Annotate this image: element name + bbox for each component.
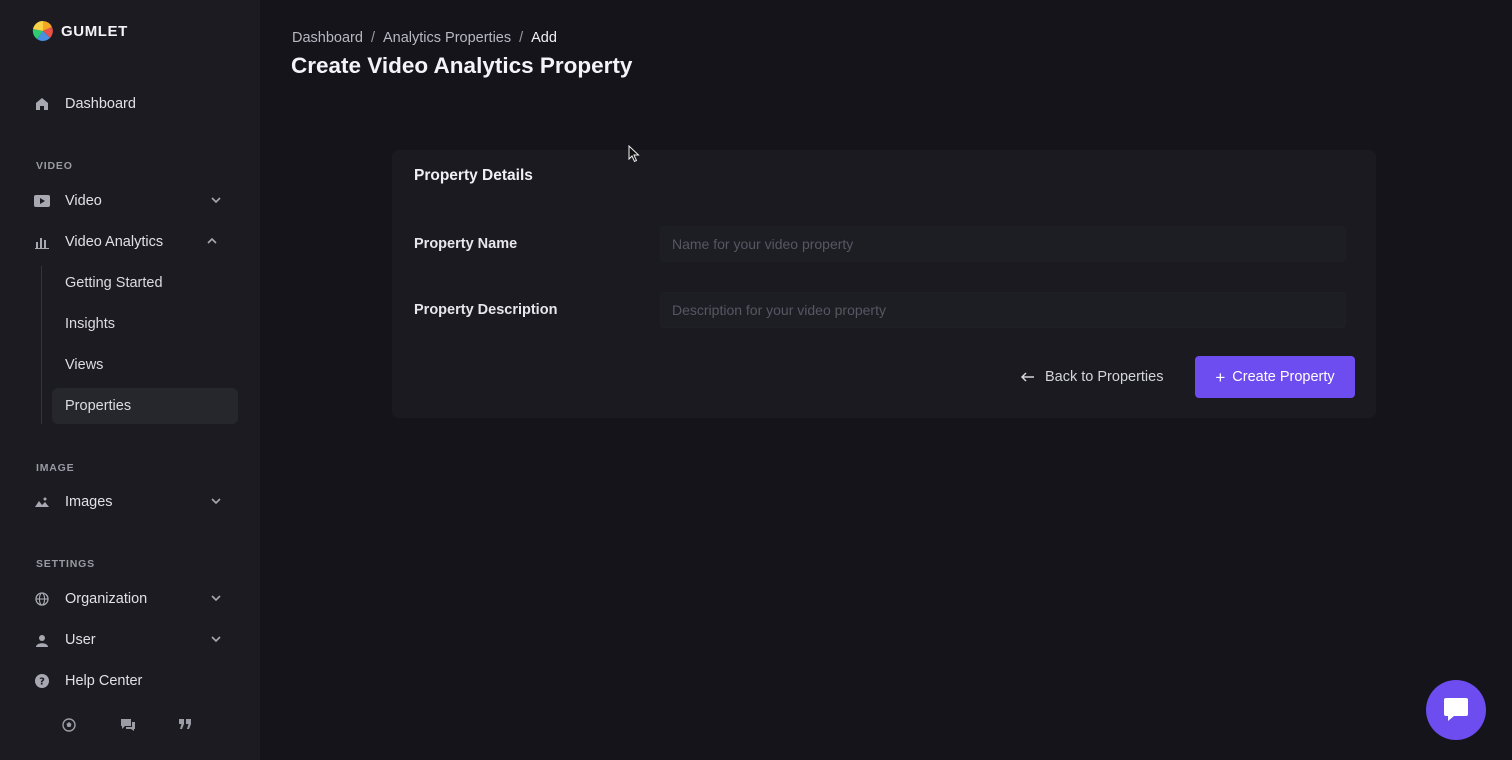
sidebar-footer-icons bbox=[62, 718, 194, 734]
section-label-settings: SETTINGS bbox=[36, 558, 95, 570]
breadcrumb-separator: / bbox=[519, 30, 524, 46]
section-label-image: IMAGE bbox=[36, 462, 75, 474]
create-property-button[interactable]: + Create Property bbox=[1195, 356, 1355, 398]
chevron-up-icon bbox=[207, 237, 217, 244]
plus-icon: + bbox=[1215, 367, 1226, 387]
arrow-left-icon bbox=[1020, 369, 1036, 385]
breadcrumb-dashboard[interactable]: Dashboard bbox=[292, 30, 363, 46]
message-icon bbox=[1444, 698, 1468, 721]
sidebar-item-label: Images bbox=[65, 494, 113, 510]
chevron-down-icon bbox=[211, 636, 221, 643]
sidebar-item-dashboard[interactable]: Dashboard bbox=[33, 88, 233, 120]
sidebar-subitem-properties[interactable]: Properties bbox=[52, 388, 238, 424]
support-chat-button[interactable] bbox=[1426, 680, 1486, 740]
chevron-down-icon bbox=[211, 197, 221, 204]
submenu-divider bbox=[41, 266, 42, 424]
sidebar-subitem-insights[interactable]: Insights bbox=[52, 306, 238, 342]
chat-icon[interactable] bbox=[120, 718, 136, 734]
home-icon bbox=[33, 95, 51, 113]
property-name-input[interactable] bbox=[660, 226, 1346, 262]
sidebar-item-video-analytics[interactable]: Video Analytics bbox=[33, 226, 233, 258]
sidebar-item-help-center[interactable]: ? Help Center bbox=[33, 665, 233, 697]
create-button-label: Create Property bbox=[1232, 369, 1335, 385]
sidebar-item-images[interactable]: Images bbox=[33, 486, 233, 518]
sidebar-item-label: Dashboard bbox=[65, 96, 136, 112]
breadcrumb-current: Add bbox=[531, 30, 557, 46]
sidebar-item-label: User bbox=[65, 632, 96, 648]
sidebar-item-organization[interactable]: Organization bbox=[33, 583, 233, 615]
chevron-down-icon bbox=[211, 498, 221, 505]
ball-icon[interactable] bbox=[62, 718, 78, 734]
quote-icon[interactable] bbox=[178, 718, 194, 734]
chevron-down-icon bbox=[211, 595, 221, 602]
breadcrumb: Dashboard / Analytics Properties / Add bbox=[292, 30, 557, 46]
sidebar-item-user[interactable]: User bbox=[33, 624, 233, 656]
back-button-label: Back to Properties bbox=[1045, 369, 1164, 385]
sidebar-item-label: Help Center bbox=[65, 673, 143, 689]
user-icon bbox=[33, 631, 51, 649]
sidebar-item-label: Organization bbox=[65, 591, 148, 607]
gumlet-logo-icon bbox=[32, 20, 53, 41]
property-description-input[interactable] bbox=[660, 292, 1346, 328]
sidebar-item-label: Video bbox=[65, 193, 102, 209]
sidebar-subitem-views[interactable]: Views bbox=[52, 347, 238, 383]
sidebar-subitem-getting-started[interactable]: Getting Started bbox=[52, 265, 238, 301]
card-title: Property Details bbox=[414, 167, 533, 184]
property-name-label: Property Name bbox=[414, 236, 518, 252]
back-to-properties-button[interactable]: Back to Properties bbox=[1020, 362, 1163, 392]
brand-name: GUMLET bbox=[61, 22, 128, 40]
video-icon bbox=[33, 192, 51, 210]
brand-logo[interactable]: GUMLET bbox=[32, 20, 128, 42]
breadcrumb-separator: / bbox=[370, 30, 375, 46]
globe-icon bbox=[33, 590, 51, 608]
section-label-video: VIDEO bbox=[36, 160, 73, 172]
breadcrumb-analytics-properties[interactable]: Analytics Properties bbox=[383, 30, 511, 46]
svg-text:?: ? bbox=[39, 677, 45, 688]
bar-chart-icon bbox=[33, 233, 51, 251]
mouse-cursor-icon bbox=[628, 145, 640, 163]
sidebar-item-video[interactable]: Video bbox=[33, 185, 233, 217]
page-title: Create Video Analytics Property bbox=[291, 53, 633, 78]
property-description-label: Property Description bbox=[414, 302, 558, 318]
help-icon: ? bbox=[33, 672, 51, 690]
property-details-card: Property Details Property Name Property … bbox=[392, 150, 1376, 418]
sidebar-item-label: Video Analytics bbox=[65, 234, 164, 250]
sidebar: GUMLET Dashboard VIDEO Video Video Analy… bbox=[0, 0, 260, 760]
image-icon bbox=[33, 493, 51, 511]
